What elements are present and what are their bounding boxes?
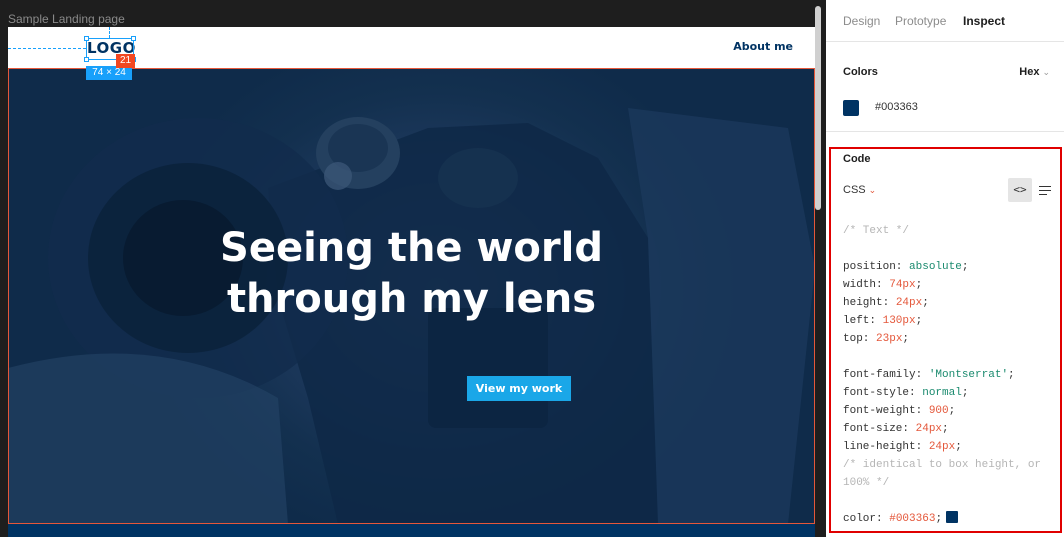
distance-badge: 21 bbox=[116, 54, 135, 68]
code-line-font-style: font-style: normal; bbox=[843, 384, 1059, 402]
color-hex-value[interactable]: #003363 bbox=[875, 101, 918, 113]
code-value: 24px bbox=[928, 441, 956, 453]
code-semicolon: ; bbox=[961, 387, 969, 399]
hero-title: Seeing the world through my lens bbox=[8, 223, 815, 325]
code-value: 130px bbox=[882, 315, 916, 327]
code-prop: left: bbox=[843, 315, 883, 327]
panel-tabs: Design Prototype Inspect bbox=[826, 0, 1064, 42]
inline-color-swatch bbox=[946, 511, 959, 523]
colors-section: Colors Hex ⌄ #003363 bbox=[826, 42, 1064, 132]
dimension-badge: 74 × 24 bbox=[86, 66, 132, 80]
code-prop: position: bbox=[843, 261, 910, 273]
tab-prototype[interactable]: Prototype bbox=[895, 14, 946, 28]
code-semicolon: ; bbox=[948, 405, 956, 417]
code-line-line-height: line-height: 24px; bbox=[843, 438, 1059, 456]
landing-page-frame[interactable]: LOGO About me Seeing the world through m… bbox=[8, 27, 815, 537]
color-format-value: Hex bbox=[1019, 66, 1040, 78]
chevron-down-icon: ⌄ bbox=[1042, 67, 1050, 77]
code-value: 23px bbox=[876, 333, 903, 345]
code-line-color: color: #003363; bbox=[843, 510, 1059, 528]
code-language-select[interactable]: CSS ⌄ bbox=[843, 184, 876, 196]
code-line-top: top: 23px; bbox=[843, 330, 1059, 348]
code-value: 24px bbox=[915, 423, 943, 435]
code-semicolon: ; bbox=[922, 297, 929, 309]
css-code-block[interactable]: /* Text */ position: absolute; width: 74… bbox=[843, 222, 1059, 528]
code-value: 24px bbox=[895, 297, 923, 309]
code-prop: height: bbox=[843, 297, 896, 309]
text-wrap-icon[interactable] bbox=[1037, 178, 1055, 202]
page-bottom-strip bbox=[8, 524, 815, 537]
design-canvas[interactable]: Sample Landing page LOGO About me Seeing… bbox=[0, 0, 826, 537]
hero-section[interactable]: Seeing the world through my lens View my… bbox=[8, 68, 815, 524]
code-line-position: position: absolute; bbox=[843, 258, 1059, 276]
code-semicolon: ; bbox=[935, 513, 943, 525]
code-value: normal bbox=[922, 387, 962, 399]
code-section: Code CSS ⌄ <> /* Text */ position: absolu… bbox=[829, 147, 1062, 533]
code-semicolon: ; bbox=[915, 315, 923, 327]
code-value: 74px bbox=[889, 279, 916, 291]
code-semicolon: ; bbox=[915, 279, 923, 291]
code-brackets-icon[interactable]: <> bbox=[1008, 178, 1032, 202]
code-line-width: width: 74px; bbox=[843, 276, 1059, 294]
code-prop: top: bbox=[843, 333, 877, 345]
view-my-work-button[interactable]: View my work bbox=[467, 376, 571, 401]
chevron-down-icon: ⌄ bbox=[868, 185, 877, 195]
code-line-left: left: 130px; bbox=[843, 312, 1059, 330]
code-language-value: CSS bbox=[843, 184, 866, 196]
code-comment: /* Text */ bbox=[843, 225, 910, 237]
code-value: #003363 bbox=[889, 513, 936, 525]
vertical-measure-guide bbox=[109, 27, 110, 38]
code-semicolon: ; bbox=[961, 261, 969, 273]
code-value: 900 bbox=[928, 405, 949, 417]
code-semicolon: ; bbox=[1008, 369, 1015, 381]
code-line-font-size: font-size: 24px; bbox=[843, 420, 1059, 438]
code-comment: /* identical to box height, or bbox=[843, 459, 1042, 471]
code-semicolon: ; bbox=[902, 333, 910, 345]
canvas-scrollbar[interactable] bbox=[815, 6, 821, 210]
frame-label[interactable]: Sample Landing page bbox=[8, 12, 125, 26]
tab-design[interactable]: Design bbox=[843, 14, 880, 28]
color-swatch[interactable] bbox=[843, 100, 859, 116]
hero-title-line-1: Seeing the world bbox=[220, 225, 603, 271]
code-prop: color: bbox=[843, 513, 890, 525]
about-me-link[interactable]: About me bbox=[733, 40, 793, 53]
code-line-font-family: font-family: 'Montserrat'; bbox=[843, 366, 1059, 384]
code-prop: font-size: bbox=[843, 423, 916, 435]
code-prop: font-family: bbox=[843, 369, 929, 381]
code-line-font-weight: font-weight: 900; bbox=[843, 402, 1059, 420]
code-semicolon: ; bbox=[955, 441, 962, 453]
code-semicolon: ; bbox=[942, 423, 949, 435]
code-prop: line-height: bbox=[843, 441, 929, 453]
colors-heading: Colors bbox=[843, 66, 878, 78]
hero-title-line-2: through my lens bbox=[226, 276, 597, 322]
code-prop: width: bbox=[843, 279, 890, 291]
code-prop: font-style: bbox=[843, 387, 923, 399]
code-comment: 100% */ bbox=[843, 477, 890, 489]
color-format-select[interactable]: Hex ⌄ bbox=[1019, 66, 1050, 78]
tab-inspect[interactable]: Inspect bbox=[963, 14, 1005, 28]
code-prop: font-weight: bbox=[843, 405, 929, 417]
code-value: 'Montserrat' bbox=[928, 369, 1009, 381]
horizontal-measure-guide bbox=[8, 48, 86, 49]
code-heading: Code bbox=[843, 153, 871, 165]
code-line-height: height: 24px; bbox=[843, 294, 1059, 312]
code-value: absolute bbox=[909, 261, 962, 273]
